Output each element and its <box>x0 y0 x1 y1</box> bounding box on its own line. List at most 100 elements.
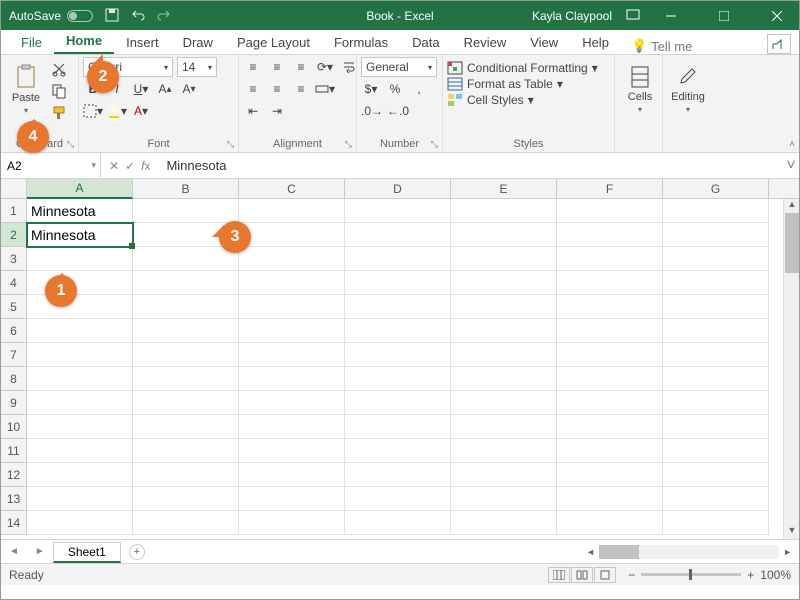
tab-file[interactable]: File <box>9 31 54 54</box>
column-header[interactable]: F <box>557 179 663 198</box>
row-header[interactable]: 6 <box>1 319 27 343</box>
format-painter-button[interactable] <box>49 103 69 123</box>
column-header[interactable]: E <box>451 179 557 198</box>
cell[interactable] <box>663 295 769 319</box>
scroll-up-icon[interactable]: ▲ <box>784 199 799 213</box>
cell[interactable] <box>133 511 239 535</box>
tab-view[interactable]: View <box>518 31 570 54</box>
page-layout-view-button[interactable] <box>571 567 593 583</box>
cell[interactable] <box>557 391 663 415</box>
add-sheet-button[interactable]: + <box>129 544 145 560</box>
cell[interactable] <box>239 415 345 439</box>
cell[interactable]: Minnesota <box>27 199 133 223</box>
borders-button[interactable]: ▾ <box>83 101 103 121</box>
cell[interactable] <box>27 463 133 487</box>
row-header[interactable]: 13 <box>1 487 27 511</box>
cell[interactable] <box>133 199 239 223</box>
cell[interactable] <box>27 391 133 415</box>
cell[interactable] <box>345 319 451 343</box>
cell[interactable] <box>239 367 345 391</box>
cell[interactable] <box>451 295 557 319</box>
wrap-text-button[interactable] <box>339 57 359 77</box>
cell[interactable] <box>557 511 663 535</box>
row-header[interactable]: 3 <box>1 247 27 271</box>
cell[interactable] <box>239 391 345 415</box>
cell[interactable] <box>27 439 133 463</box>
cell[interactable] <box>345 247 451 271</box>
column-header[interactable]: G <box>663 179 769 198</box>
font-size-combo[interactable]: 14▾ <box>177 57 217 77</box>
row-header[interactable]: 7 <box>1 343 27 367</box>
cell[interactable] <box>133 439 239 463</box>
row-header[interactable]: 1 <box>1 199 27 223</box>
cell[interactable] <box>663 271 769 295</box>
cell[interactable] <box>663 415 769 439</box>
cell[interactable] <box>27 487 133 511</box>
cell[interactable] <box>557 271 663 295</box>
cell[interactable] <box>557 343 663 367</box>
row-header[interactable]: 8 <box>1 367 27 391</box>
user-name[interactable]: Kayla Claypool <box>532 9 612 23</box>
cell[interactable] <box>239 343 345 367</box>
cell[interactable] <box>345 511 451 535</box>
number-launcher-icon[interactable]: ⤡ <box>431 139 438 150</box>
redo-icon[interactable] <box>157 8 173 24</box>
cell[interactable] <box>663 439 769 463</box>
copy-button[interactable] <box>49 81 69 101</box>
sheet-tab-active[interactable]: Sheet1 <box>53 542 121 563</box>
cell[interactable] <box>27 367 133 391</box>
cell[interactable] <box>663 223 769 247</box>
row-header[interactable]: 14 <box>1 511 27 535</box>
cell[interactable] <box>451 199 557 223</box>
underline-button[interactable]: U▾ <box>131 79 151 99</box>
cell[interactable] <box>239 199 345 223</box>
increase-font-button[interactable]: A▴ <box>155 79 175 99</box>
row-header[interactable]: 9 <box>1 391 27 415</box>
tab-insert[interactable]: Insert <box>114 31 171 54</box>
align-right-button[interactable]: ≡ <box>291 79 311 99</box>
decrease-decimal-button[interactable]: ←.0 <box>387 101 409 121</box>
cell[interactable] <box>451 223 557 247</box>
cell[interactable] <box>27 295 133 319</box>
accounting-format-button[interactable]: $▾ <box>361 79 381 99</box>
cell[interactable] <box>345 343 451 367</box>
cell[interactable] <box>557 319 663 343</box>
orientation-button[interactable]: ⟳▾ <box>315 57 335 77</box>
vertical-scrollbar[interactable]: ▲ ▼ <box>783 199 799 539</box>
align-center-button[interactable]: ≡ <box>267 79 287 99</box>
tab-help[interactable]: Help <box>570 31 621 54</box>
align-bottom-button[interactable]: ≡ <box>291 57 311 77</box>
cell[interactable] <box>557 247 663 271</box>
column-header[interactable]: B <box>133 179 239 198</box>
tab-draw[interactable]: Draw <box>171 31 225 54</box>
cell[interactable] <box>557 295 663 319</box>
cell[interactable] <box>663 487 769 511</box>
column-header[interactable]: A <box>27 179 133 199</box>
horizontal-scrollbar[interactable]: ◄ ► <box>583 545 795 559</box>
cell[interactable] <box>663 247 769 271</box>
maximize-button[interactable] <box>701 1 746 30</box>
cell[interactable] <box>451 319 557 343</box>
formula-input[interactable]: Minnesota <box>158 158 783 173</box>
cell[interactable] <box>451 271 557 295</box>
align-left-button[interactable]: ≡ <box>243 79 263 99</box>
cell[interactable] <box>557 199 663 223</box>
cell[interactable] <box>663 343 769 367</box>
row-header[interactable]: 11 <box>1 439 27 463</box>
worksheet-grid[interactable]: ABCDEFG 1234567891011121314 MinnesotaMin… <box>1 179 799 539</box>
tab-review[interactable]: Review <box>452 31 519 54</box>
column-header[interactable]: D <box>345 179 451 198</box>
cell[interactable] <box>557 415 663 439</box>
cell[interactable] <box>27 319 133 343</box>
row-header[interactable]: 2 <box>1 223 28 247</box>
save-icon[interactable] <box>105 8 121 24</box>
cell[interactable] <box>27 511 133 535</box>
hscroll-thumb[interactable] <box>599 545 639 559</box>
cell-styles-button[interactable]: Cell Styles▾ <box>447 93 610 107</box>
cell[interactable] <box>133 487 239 511</box>
cell[interactable] <box>27 343 133 367</box>
fx-icon[interactable]: fx <box>141 159 150 173</box>
cell[interactable] <box>663 367 769 391</box>
tab-data[interactable]: Data <box>400 31 451 54</box>
hscroll-left-icon[interactable]: ◄ <box>583 547 598 557</box>
